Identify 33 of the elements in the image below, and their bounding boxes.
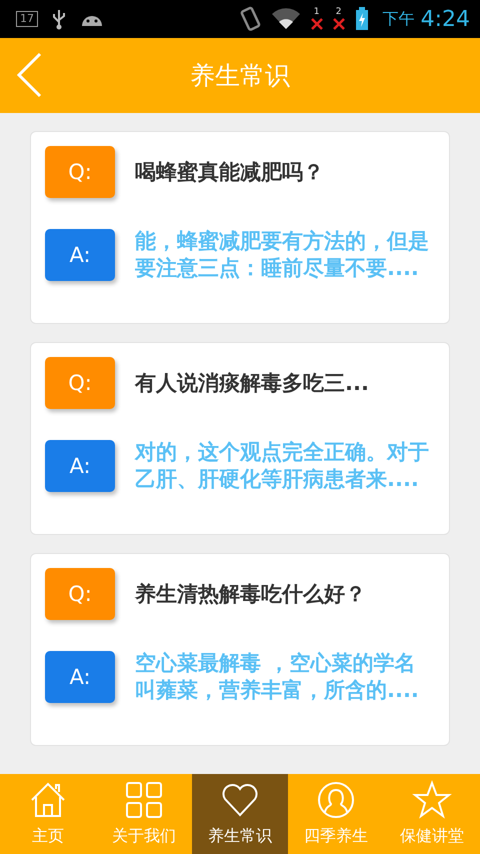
question-text: 有人说消痰解毒多吃三... [135, 370, 369, 397]
usb-icon [52, 8, 66, 30]
answer-label: A: [45, 651, 115, 703]
no-signal-icon [332, 18, 345, 30]
answer-label: A: [45, 440, 115, 492]
question-text: 喝蜂蜜真能减肥吗？ [135, 159, 324, 186]
vibrate-icon [238, 6, 261, 32]
qa-card[interactable]: Q: 有人说消痰解毒多吃三... A: 对的，这个观点完全正确。对于乙肝、肝硬化等肝病患者来.... [30, 342, 450, 535]
back-icon [16, 52, 42, 98]
question-text: 养生清热解毒吃什么好？ [135, 581, 366, 608]
grid-icon [124, 780, 164, 820]
page-title: 养生常识 [190, 60, 290, 92]
answer-text: 空心菜最解毒 ，空心菜的学名叫蕹菜，营养丰富，所含的.... [135, 650, 420, 704]
answer-label: A: [45, 229, 115, 281]
question-label: Q: [45, 568, 115, 620]
person-icon [316, 780, 356, 820]
calendar-icon: 17 [16, 11, 38, 27]
answer-text: 对的，这个观点完全正确。对于乙肝、肝硬化等肝病患者来.... [135, 439, 430, 493]
sim-number: 1 [314, 8, 320, 17]
qa-card[interactable]: Q: 养生清热解毒吃什么好？ A: 空心菜最解毒 ，空心菜的学名叫蕹菜，营养丰富，所含的.... [30, 553, 450, 746]
nav-tab[interactable]: 养生常识 [192, 774, 288, 854]
wifi-icon [270, 8, 301, 30]
qa-card[interactable]: Q: 喝蜂蜜真能减肥吗？ A: 能，蜂蜜减肥要有方法的，但是要注意三点：睡前尽量不要.... [30, 131, 450, 324]
question-label: Q: [45, 357, 115, 409]
sim-number: 2 [336, 8, 342, 17]
no-signal-icon [310, 18, 323, 30]
star-icon [412, 780, 452, 820]
answer-text: 能，蜂蜜减肥要有方法的，但是要注意三点：睡前尽量不要.... [135, 228, 430, 282]
clock-period: 下午 [382, 8, 415, 30]
clock-time: 4:24 [420, 6, 470, 32]
question-label: Q: [45, 146, 115, 198]
back-button[interactable] [16, 52, 42, 98]
battery-icon [354, 7, 369, 31]
